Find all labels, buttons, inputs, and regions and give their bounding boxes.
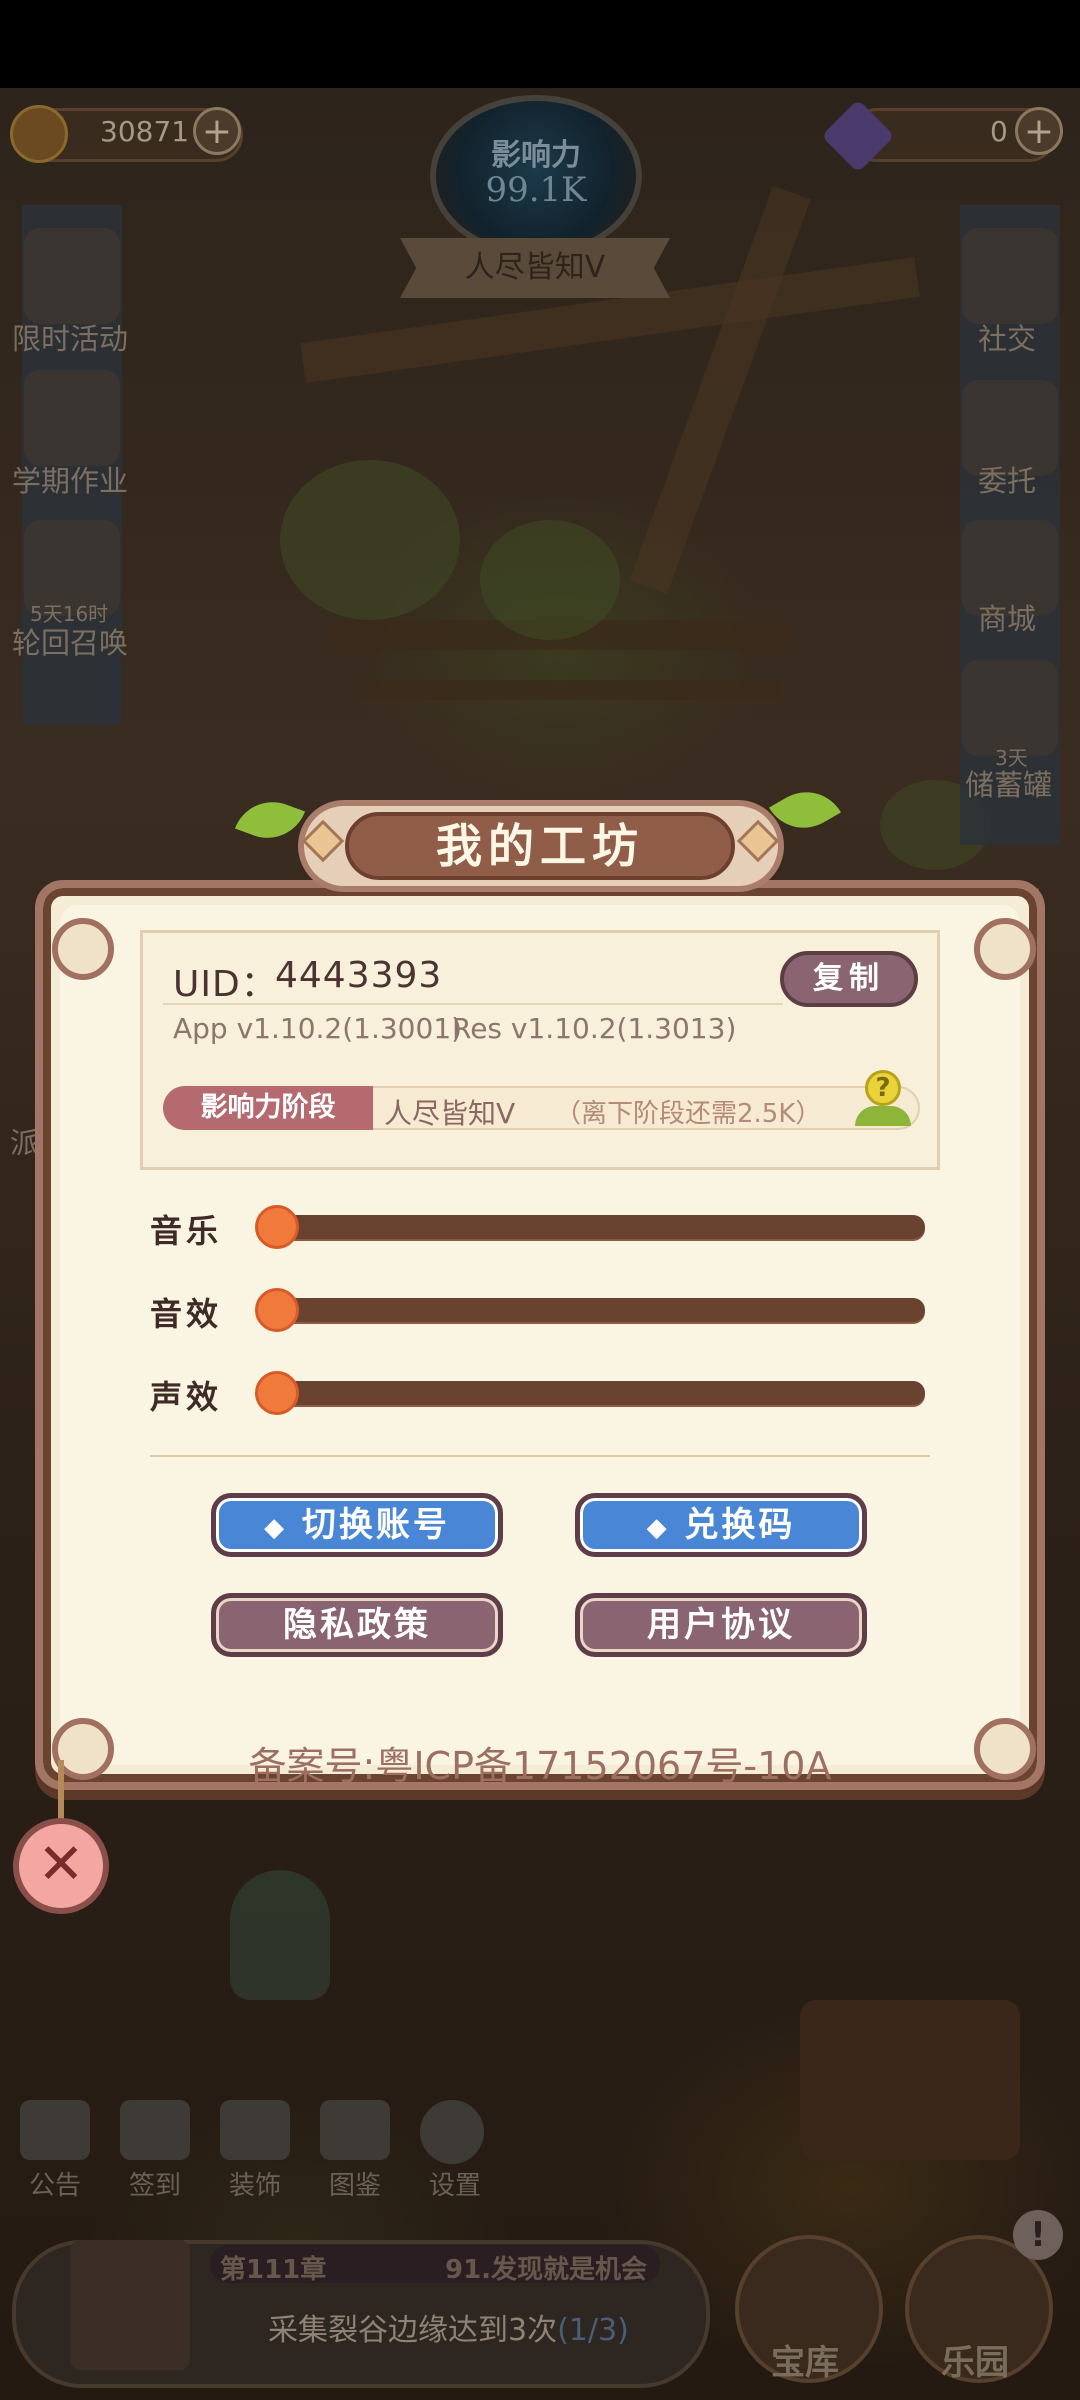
close-rope [58, 1760, 64, 1820]
sound-effects-label: 音效 [150, 1295, 223, 1333]
social-icon[interactable] [962, 228, 1058, 324]
add-gems-button[interactable]: + [1015, 107, 1063, 155]
switch-account-icon: ◆ [264, 1513, 288, 1543]
gem-amount: 0 [990, 115, 1008, 148]
music-slider-knob[interactable] [255, 1205, 299, 1249]
quest-title: 91.发现就是机会 [445, 2255, 648, 2285]
paradise-label: 乐园 [941, 2343, 1009, 2383]
voice-slider-track[interactable] [272, 1381, 925, 1405]
bottom-menu-label: 图鉴 [328, 2171, 381, 2201]
bottom-menu-label: 装饰 [228, 2171, 281, 2201]
redeem-code-button[interactable]: ◆ 兑换码 [575, 1493, 867, 1557]
quest-progress: (1/3) [557, 2313, 629, 2348]
right-menu-label: 储蓄罐 [965, 768, 1053, 802]
coin-icon [10, 105, 68, 163]
checkin-icon[interactable] [120, 2100, 190, 2160]
announcement-icon[interactable] [20, 2100, 90, 2160]
bottom-menu-label: 公告 [28, 2171, 81, 2201]
voice-slider-knob[interactable] [255, 1371, 299, 1415]
scene-plant [480, 520, 620, 640]
scene-jar [230, 1870, 330, 2000]
close-icon: ✕ [37, 1832, 85, 1897]
right-menu-label: 委托 [978, 464, 1037, 498]
sound-effects-slider-knob[interactable] [255, 1288, 299, 1332]
redeem-code-label: 兑换码 [684, 1505, 796, 1545]
homework-icon[interactable] [24, 370, 120, 466]
left-menu-label: 轮回召唤 [12, 626, 129, 660]
status-bar [0, 0, 1080, 88]
collection-icon[interactable] [320, 2100, 390, 2160]
left-menu-label: 限时活动 [12, 322, 129, 356]
treasury-label: 宝库 [771, 2343, 839, 2383]
influence-stage-label: 影响力阶段 [163, 1086, 373, 1130]
alert-icon: ! [1013, 2210, 1063, 2260]
res-version: Res v1.10.2(1.3013) [452, 1012, 737, 1045]
add-coins-button[interactable]: + [193, 107, 241, 155]
corner-ornament [974, 918, 1036, 980]
copy-uid-button[interactable]: 复制 [780, 951, 918, 1007]
left-menu-label: 学期作业 [12, 464, 129, 498]
user-agreement-button[interactable]: 用户协议 [575, 1593, 867, 1657]
influence-label: 影响力 [491, 138, 581, 173]
app-version: App v1.10.2(1.3001) [173, 1012, 463, 1045]
influence-stage-note: （离下阶段还需2.5K） [555, 1099, 822, 1129]
icp-registration-text: 备案号:粤ICP备17152067号-10A [248, 1744, 832, 1788]
quest-chapter: 第111章 [220, 2255, 327, 2285]
bottom-menu-label: 签到 [128, 2171, 181, 2201]
music-slider-track[interactable] [272, 1215, 925, 1239]
dialog-title: 我的工坊 [345, 812, 735, 880]
scene-shelf [360, 680, 780, 700]
scene-crate [800, 2000, 1020, 2160]
sound-effects-slider-track[interactable] [272, 1298, 925, 1322]
hint-bulb-icon[interactable]: ? [855, 1070, 911, 1130]
scene-plant [280, 460, 460, 620]
privacy-policy-button[interactable]: 隐私政策 [211, 1593, 503, 1657]
switch-account-label: 切换账号 [301, 1505, 450, 1545]
right-menu-label: 社交 [978, 322, 1037, 356]
event-icon[interactable] [24, 228, 120, 324]
uid-label: UID： [173, 964, 278, 1005]
quest-task-text: 采集裂谷边缘达到3次 [268, 2313, 558, 2348]
voice-label: 声效 [150, 1378, 223, 1416]
influence-stage-name: 人尽皆知V [384, 1097, 516, 1130]
quest-task: 采集裂谷边缘达到3次(1/3) [268, 2305, 629, 2349]
coin-amount: 30871 [100, 115, 190, 148]
ticket-icon: ◆ [646, 1513, 670, 1543]
decoration-icon[interactable] [220, 2100, 290, 2160]
close-button[interactable]: ✕ [13, 1818, 109, 1914]
rank-title-banner: 人尽皆知V [400, 238, 670, 298]
dialog-divider [150, 1455, 930, 1457]
music-label: 音乐 [150, 1212, 223, 1250]
right-menu-label: 商城 [978, 602, 1037, 636]
bottom-menu-label: 设置 [428, 2171, 481, 2201]
uid-value: 4443393 [275, 955, 443, 996]
quest-book-icon [70, 2240, 190, 2370]
influence-value: 99.1K [485, 170, 587, 210]
settings-gear-icon[interactable] [420, 2100, 484, 2164]
corner-ornament [52, 918, 114, 980]
switch-account-button[interactable]: ◆ 切换账号 [211, 1493, 503, 1557]
uid-underline [163, 1003, 783, 1005]
